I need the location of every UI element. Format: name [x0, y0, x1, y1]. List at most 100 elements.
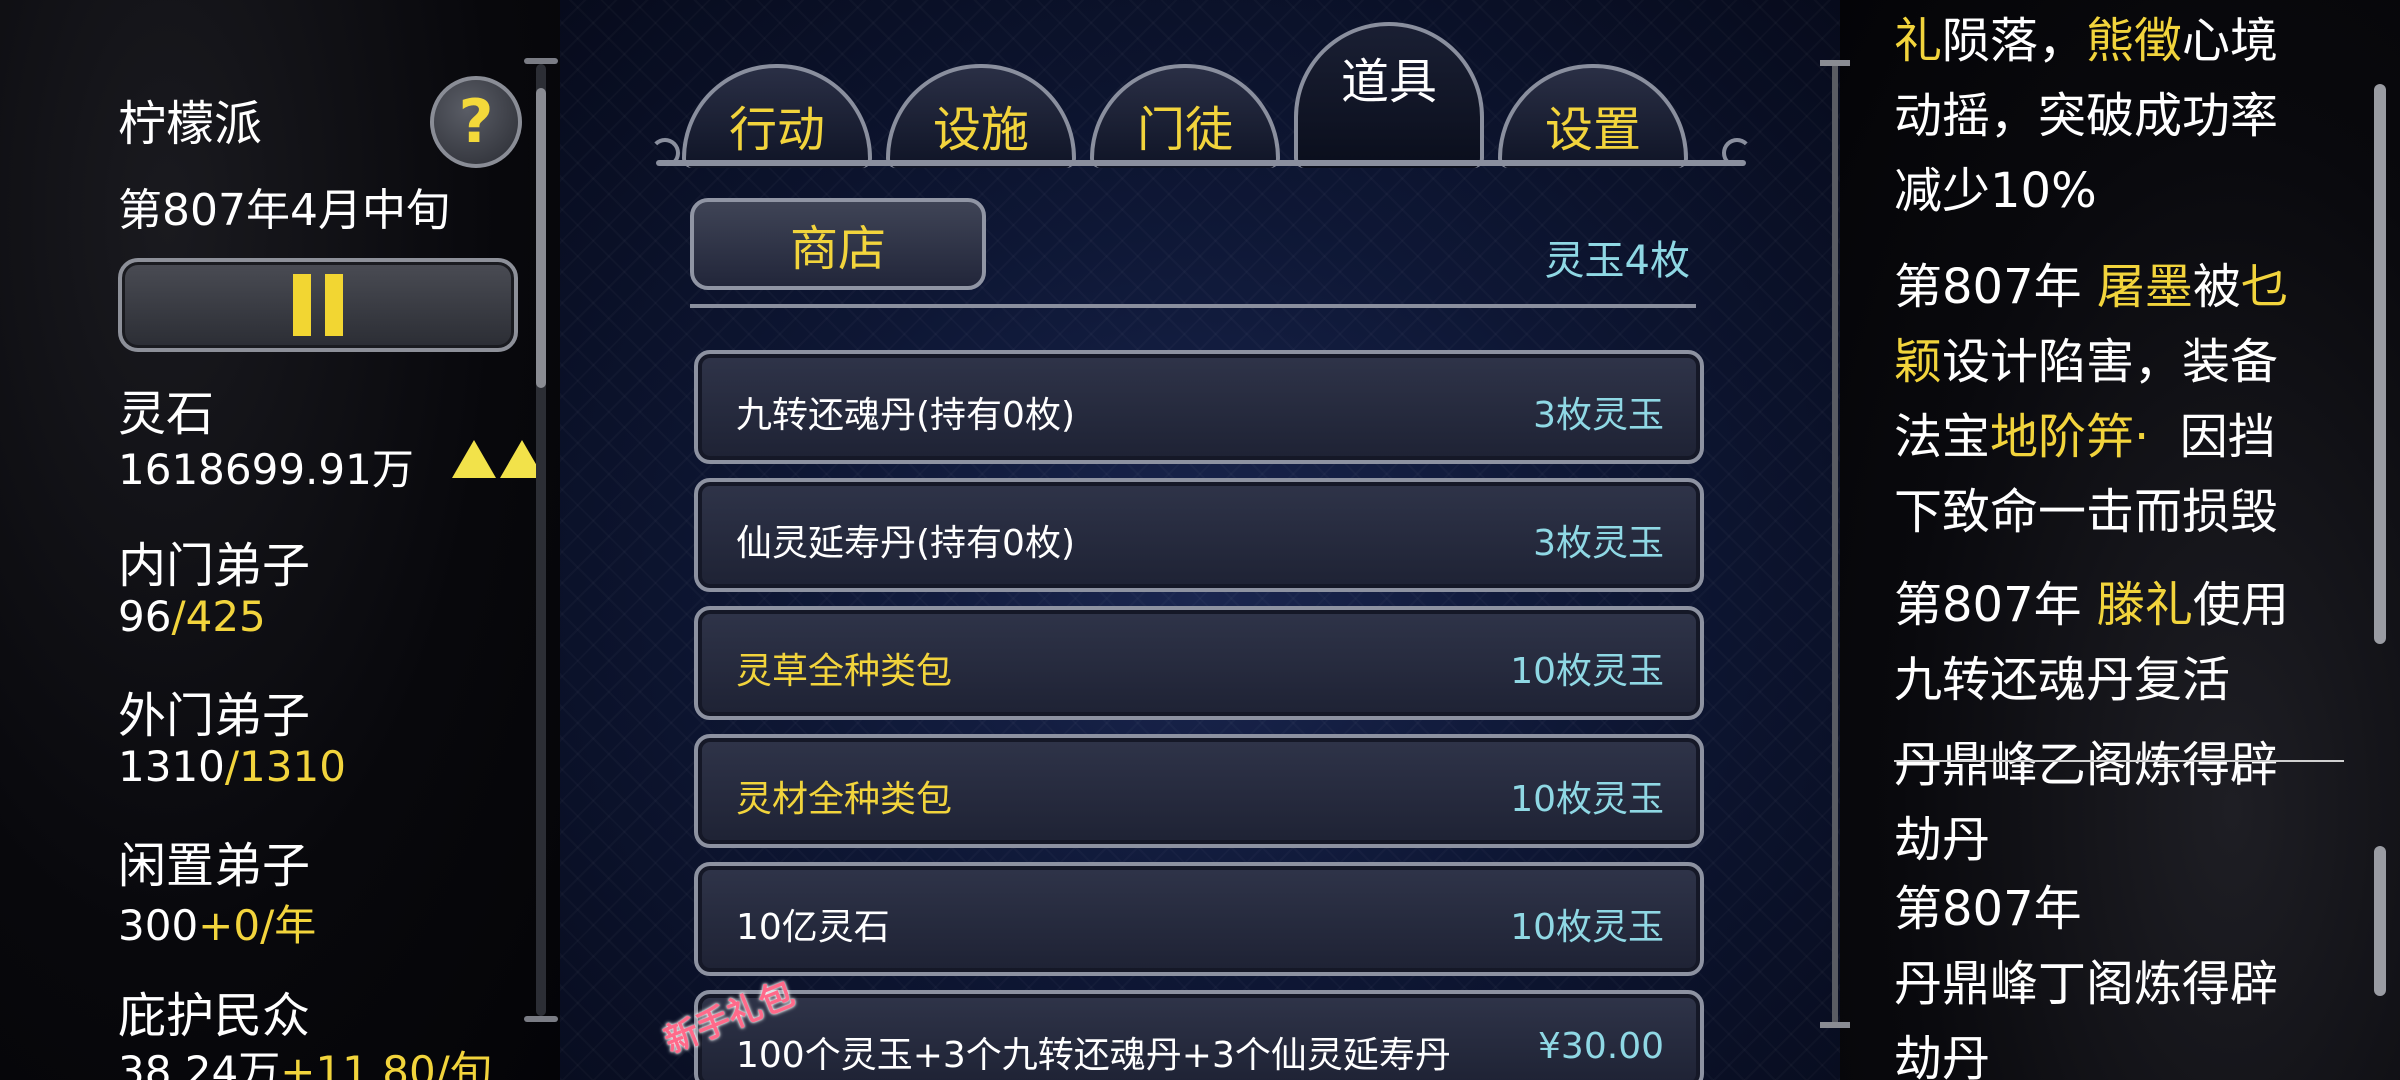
log-text: 法宝: [1894, 409, 1991, 465]
left-scrollbar-thumb[interactable]: [536, 88, 546, 388]
left-scrollbar-cap-top: [524, 58, 558, 64]
log-name: 熊徵: [2086, 13, 2183, 69]
log-rail-cap-top: [1820, 60, 1850, 66]
protected-people-current: 38.24万: [118, 1047, 281, 1080]
shop-item-name: 仙灵延寿丹(持有0枚): [736, 523, 1075, 564]
log-name: 颖: [1894, 334, 1943, 390]
log-separator: [1894, 760, 2344, 762]
shop-item-price: 10枚灵玉: [1510, 651, 1664, 692]
shop-item[interactable]: 灵材全种类包 10枚灵玉: [694, 734, 1704, 848]
shop-item-name: 100个灵玉+3个九转还魂丹+3个仙灵延寿丹: [736, 1035, 1451, 1076]
log-text: 设计陷害，装备: [1942, 334, 2279, 390]
main-tab-bar: 行动 设施 门徒 道具 设置: [650, 10, 1752, 170]
log-name: 礼: [1894, 13, 1943, 69]
outer-disciples-label: 外门弟子: [118, 688, 311, 744]
idle-disciples-value: 300+0/年: [118, 892, 316, 953]
log-text: 丹鼎峰丁阁炼得辟: [1894, 956, 2279, 1012]
log-text: 陨落，: [1942, 13, 2087, 69]
inner-disciples-label: 内门弟子: [118, 538, 311, 594]
tab-bar-baseline: [656, 160, 1746, 166]
inner-disciples-value: 96/425: [118, 592, 266, 641]
log-entry: 丹鼎峰乙阁炼得辟 劫丹: [1894, 728, 2344, 878]
tab-disciples[interactable]: 门徒: [1090, 64, 1280, 168]
log-divider-rail: [1820, 60, 1850, 1028]
log-text: 被: [2192, 259, 2241, 315]
log-text: 下致命一击而损毁: [1894, 484, 2279, 540]
tab-actions[interactable]: 行动: [682, 64, 872, 168]
tab-items-label: 道具: [1340, 54, 1437, 110]
pause-icon: [293, 274, 311, 336]
log-entry: 第807年 屠墨被乜 颖设计陷害，装备 法宝地阶笄· 因挡 下致命一击而损毁: [1894, 250, 2344, 550]
shop-item-price: 3枚灵玉: [1533, 395, 1664, 436]
log-text: 劫丹: [1894, 812, 1991, 868]
log-text: 因挡: [2149, 409, 2276, 465]
log-text: 丹鼎峰乙阁炼得辟: [1894, 737, 2279, 793]
shop-item[interactable]: 九转还魂丹(持有0枚) 3枚灵玉: [694, 350, 1704, 464]
log-text: 第807年: [1894, 881, 2082, 937]
protected-people-value: 38.24万+11.80/旬: [118, 1038, 492, 1080]
tab-facilities-label: 设施: [932, 102, 1029, 158]
protected-people-rate: +11.80/旬: [280, 1047, 492, 1080]
shop-item[interactable]: 10亿灵石 10枚灵玉: [694, 862, 1704, 976]
log-name: 滕礼: [2096, 577, 2193, 633]
outer-disciples-max: /1310: [224, 742, 346, 791]
tab-settings[interactable]: 设置: [1498, 64, 1688, 168]
left-scrollbar-cap-bottom: [524, 1016, 558, 1022]
shop-item[interactable]: 灵草全种类包 10枚灵玉: [694, 606, 1704, 720]
sect-status-panel: 柠檬派 ? 第807年4月中旬 灵石 1618699.91万 内门弟子 96/4…: [118, 0, 558, 1080]
idle-disciples-rate: +0/年: [198, 901, 317, 950]
log-scrollbar-lower[interactable]: [2374, 846, 2386, 996]
shop-item-newbie-pack[interactable]: 100个灵玉+3个九转还魂丹+3个仙灵延寿丹 ¥30.00: [694, 990, 1704, 1080]
game-date: 第807年4月中旬: [118, 185, 450, 236]
shop-item-price: 10枚灵玉: [1510, 779, 1664, 820]
protected-people-label: 庇护民众: [118, 988, 311, 1044]
log-text: 减少10%: [1894, 163, 2097, 219]
log-text: 心境: [2182, 13, 2279, 69]
question-icon: ?: [458, 87, 494, 157]
shop-item-price: 3枚灵玉: [1533, 523, 1664, 564]
outer-disciples-value: 1310/1310: [118, 742, 346, 791]
pause-button[interactable]: [118, 258, 518, 352]
log-text: 九转还魂丹复活: [1894, 652, 2231, 708]
event-log[interactable]: 礼陨落，熊徵心境 动摇，突破成功率 减少10% 第807年 屠墨被乜 颖设计陷害…: [1894, 0, 2344, 1080]
tab-items[interactable]: 道具: [1294, 22, 1484, 168]
inner-disciples-current: 96: [118, 592, 172, 641]
log-name: 乜: [2240, 259, 2289, 315]
log-entry: 第807年 丹鼎峰丁阁炼得辟 劫丹: [1894, 872, 2344, 1080]
shop-item-name: 灵材全种类包: [736, 779, 953, 820]
shop-item-price: ¥30.00: [1538, 1026, 1664, 1067]
shop-item-price: 10枚灵玉: [1510, 907, 1664, 948]
log-item: 地阶笄·: [1990, 409, 2150, 465]
tab-disciples-label: 门徒: [1136, 102, 1233, 158]
pause-icon-bar: [325, 274, 343, 336]
trend-up-icon: [452, 440, 544, 478]
inner-disciples-max: /425: [171, 592, 266, 641]
shop-button-label: 商店: [789, 221, 886, 277]
tab-facilities[interactable]: 设施: [886, 64, 1076, 168]
shop-item[interactable]: 仙灵延寿丹(持有0枚) 3枚灵玉: [694, 478, 1704, 592]
shop-divider: [690, 304, 1696, 308]
spirit-stone-label: 灵石: [118, 386, 215, 442]
outer-disciples-current: 1310: [118, 742, 225, 791]
help-button[interactable]: ?: [430, 76, 522, 168]
shop-item-name: 九转还魂丹(持有0枚): [736, 395, 1075, 436]
log-text: 劫丹: [1894, 1031, 1991, 1080]
log-entry: 礼陨落，熊徵心境 动摇，突破成功率 减少10%: [1894, 4, 2344, 229]
spirit-stone-value: 1618699.91万: [118, 445, 414, 494]
tab-actions-label: 行动: [728, 102, 825, 158]
log-entry: 第807年 滕礼使用 九转还魂丹复活: [1894, 568, 2344, 718]
log-text: 第807年: [1894, 577, 2097, 633]
log-text: 动摇，突破成功率: [1894, 88, 2279, 144]
shop-item-name: 10亿灵石: [736, 907, 890, 948]
idle-disciples-label: 闲置弟子: [118, 838, 311, 894]
log-text: 使用: [2192, 577, 2289, 633]
log-name: 屠墨: [2096, 259, 2193, 315]
tab-bar-ornament-right: [1722, 138, 1752, 168]
shop-button[interactable]: 商店: [690, 198, 986, 290]
tab-settings-label: 设置: [1544, 102, 1641, 158]
log-scrollbar-upper[interactable]: [2374, 84, 2386, 644]
log-text: 第807年: [1894, 259, 2097, 315]
left-scrollbar[interactable]: [524, 58, 558, 1022]
log-rail-cap-bottom: [1820, 1022, 1850, 1028]
sect-name: 柠檬派: [118, 96, 263, 152]
